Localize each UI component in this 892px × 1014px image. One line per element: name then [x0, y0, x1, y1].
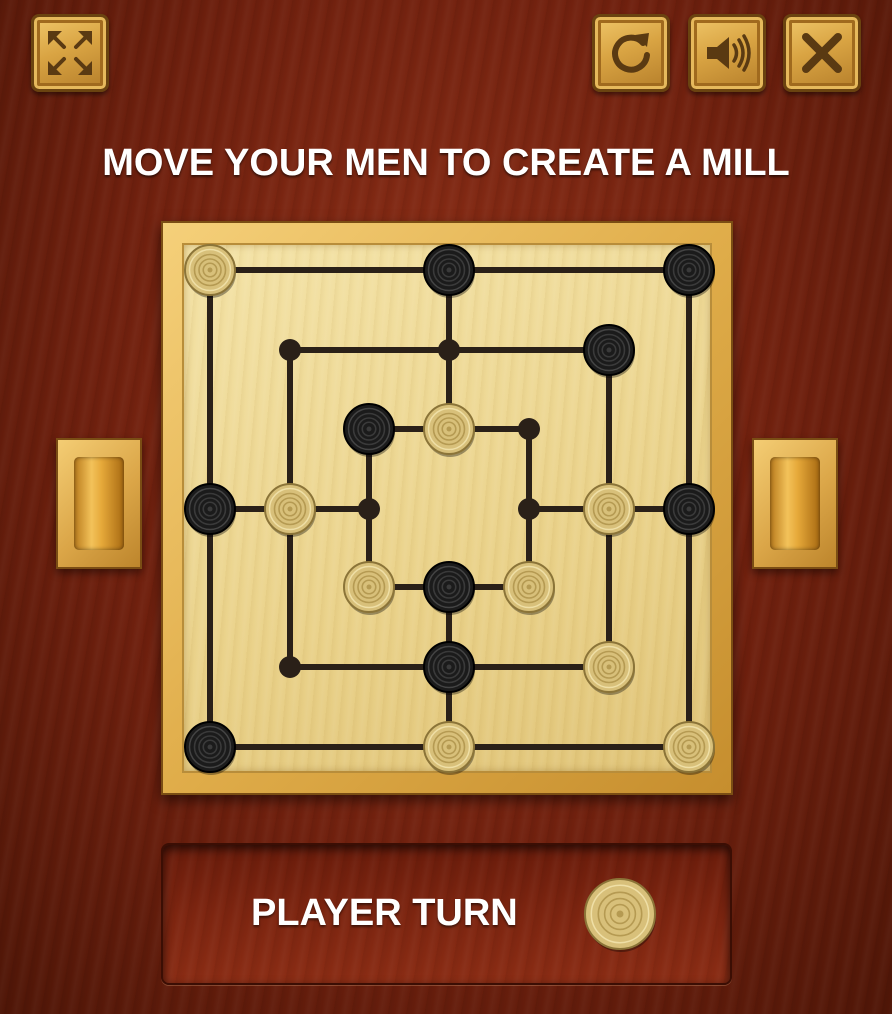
dark-piece[interactable]: [663, 483, 715, 537]
empty-point[interactable]: [518, 498, 540, 520]
dark-piece[interactable]: [423, 561, 475, 615]
light-piece[interactable]: [583, 641, 635, 695]
status-text: PLAYER TURN: [251, 892, 518, 934]
restart-button[interactable]: [592, 14, 670, 92]
sound-button[interactable]: [688, 14, 766, 92]
light-piece[interactable]: [663, 721, 715, 775]
instruction-headline: MOVE YOUR MEN TO CREATE A MILL: [102, 142, 790, 184]
dark-piece[interactable]: [343, 403, 395, 457]
left-piece-tray: [56, 438, 142, 569]
light-piece[interactable]: [343, 561, 395, 615]
light-piece[interactable]: [503, 561, 555, 615]
dark-piece[interactable]: [423, 244, 475, 298]
left-tray-slot: [74, 457, 124, 550]
light-piece[interactable]: [423, 721, 475, 775]
close-button[interactable]: [783, 14, 861, 92]
dark-piece[interactable]: [184, 721, 236, 775]
current-player-piece: [584, 878, 656, 952]
dark-piece[interactable]: [583, 324, 635, 378]
empty-point[interactable]: [279, 339, 301, 361]
dark-piece[interactable]: [663, 244, 715, 298]
empty-point[interactable]: [279, 656, 301, 678]
light-piece[interactable]: [583, 483, 635, 537]
status-panel: PLAYER TURN: [161, 843, 732, 985]
close-x-icon: [802, 33, 842, 73]
right-piece-tray: [752, 438, 838, 569]
board-grid: [184, 244, 715, 775]
game-board-frame: [161, 221, 733, 795]
light-piece[interactable]: [423, 403, 475, 457]
empty-point[interactable]: [438, 339, 460, 361]
expand-arrows-icon: [48, 31, 92, 75]
light-piece[interactable]: [184, 244, 236, 298]
restart-icon: [612, 33, 650, 73]
dark-piece[interactable]: [184, 483, 236, 537]
light-piece[interactable]: [264, 483, 316, 537]
speaker-icon: [707, 34, 751, 72]
dark-piece[interactable]: [423, 641, 475, 695]
empty-point[interactable]: [518, 418, 540, 440]
empty-point[interactable]: [358, 498, 380, 520]
fullscreen-button[interactable]: [31, 14, 109, 92]
right-tray-slot: [770, 457, 820, 550]
light-piece[interactable]: [584, 878, 656, 952]
